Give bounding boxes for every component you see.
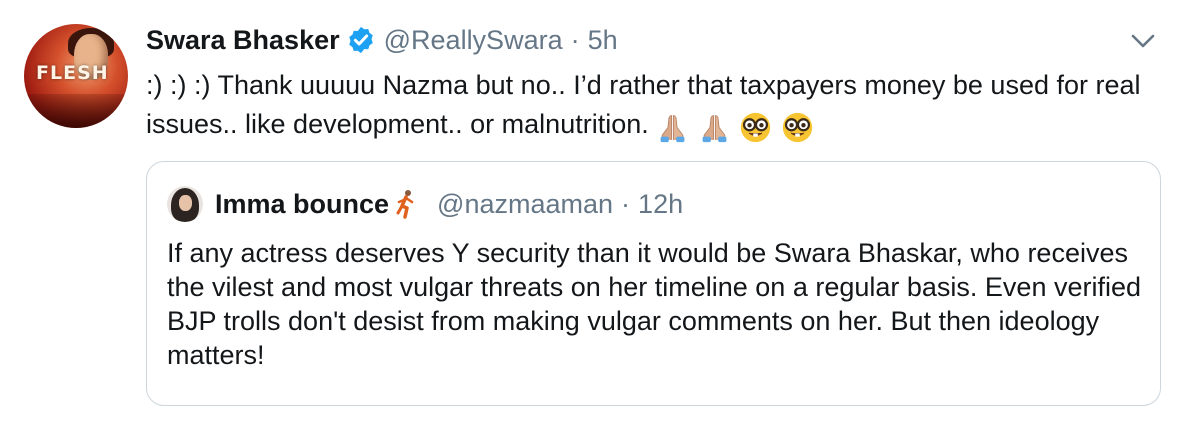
tweet-emojis [656,106,815,145]
quoted-tweet-timestamp[interactable]: 12h [638,189,683,220]
nerd-face-icon [782,112,812,142]
quoted-author-handle[interactable]: @nazmaaman [437,189,613,220]
person-running-icon [396,190,414,219]
quoted-header-separator: · [621,188,631,219]
tweet[interactable]: FLESH Swara Bhasker @ReallySwara · 5h :)… [0,0,1182,422]
quoted-tweet-text: If any actress deserves Y security than … [167,238,1142,370]
tweet-text-body: :) :) :) Thank uuuuu Nazma but no.. I’d … [146,70,1141,139]
tweet-text: :) :) :) Thank uuuuu Nazma but no.. I’d … [146,66,1156,145]
avatar-poster-text: FLESH [36,62,109,84]
nerd-face-icon [741,112,771,142]
author-avatar[interactable]: FLESH [24,24,128,128]
quoted-author-display-name[interactable]: Imma bounce [215,189,389,220]
folded-hands-icon [702,114,727,142]
verified-badge-icon [348,26,373,54]
quoted-author-avatar[interactable] [167,186,203,222]
folded-hands-icon [660,114,685,142]
tweet-timestamp[interactable]: 5h [588,25,618,56]
author-display-name[interactable]: Swara Bhasker [146,25,340,56]
header-separator: · [570,24,580,55]
tweet-header: Swara Bhasker @ReallySwara · 5h [146,22,618,58]
quoted-tweet-header: Imma bounce @nazmaaman · 12h [215,184,683,224]
quoted-tweet[interactable]: Imma bounce @nazmaaman · 12h If any actr… [146,161,1161,406]
author-handle[interactable]: @ReallySwara [384,25,563,56]
chevron-down-icon[interactable] [1129,30,1157,52]
